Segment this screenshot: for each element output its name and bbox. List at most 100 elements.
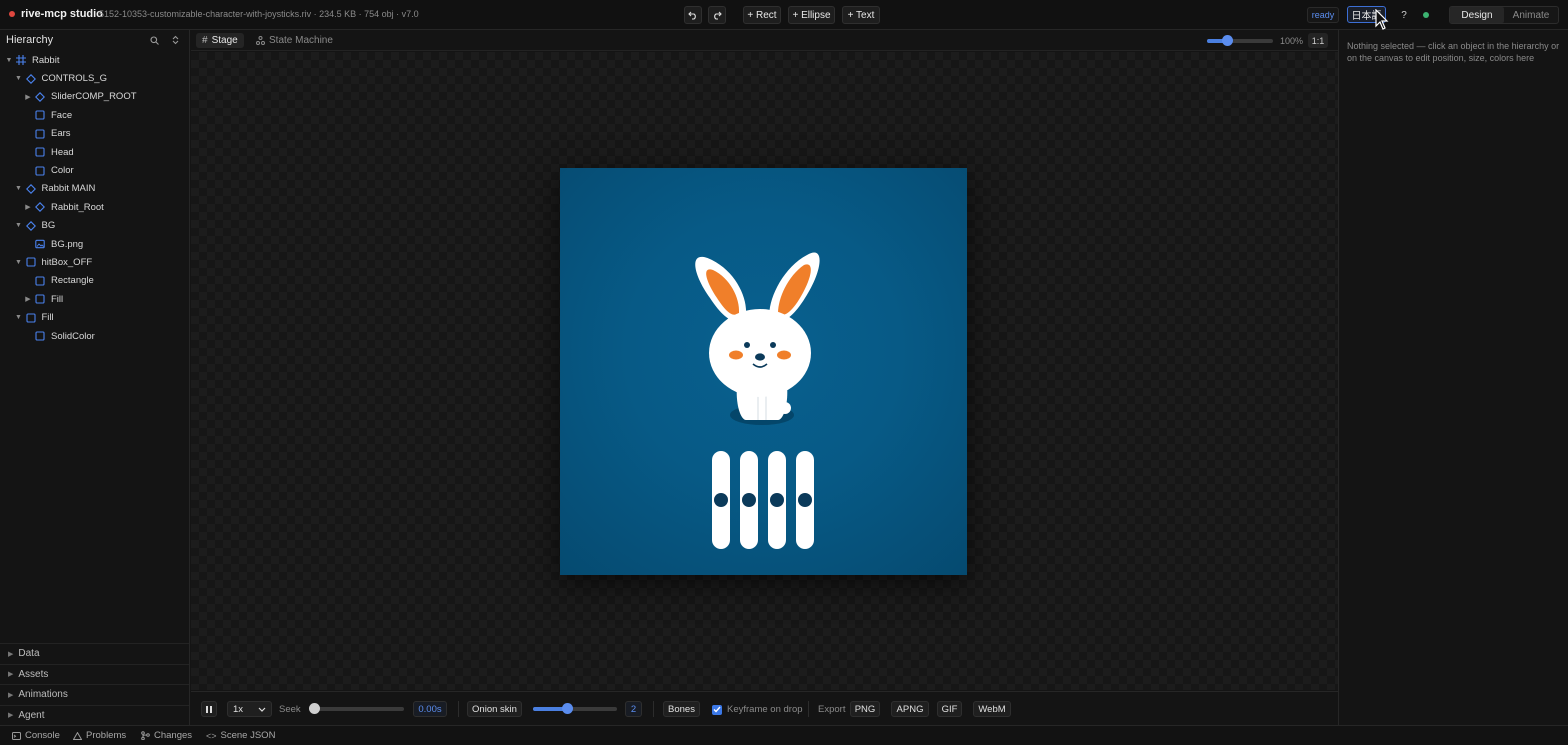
- tree-item[interactable]: ▼ Fill: [0, 308, 189, 326]
- speed-value: 1x: [233, 703, 244, 715]
- hash-icon: #: [202, 35, 208, 46]
- shape-icon: [35, 165, 45, 176]
- zoom-reset-button[interactable]: 1:1: [1308, 33, 1328, 48]
- export-png-button[interactable]: PNG: [850, 701, 880, 717]
- caret-right-icon[interactable]: ▶: [23, 203, 33, 211]
- shape-icon: [35, 147, 45, 157]
- zoom-slider-thumb[interactable]: [1221, 35, 1233, 46]
- changes-tab[interactable]: Changes: [141, 730, 192, 741]
- onion-skin-slider[interactable]: [533, 703, 617, 714]
- shape-icon: [35, 276, 45, 286]
- add-ellipse-button[interactable]: + Ellipse: [788, 6, 835, 24]
- problems-tab[interactable]: Problems: [73, 730, 126, 741]
- tree-item-label: BG: [41, 220, 56, 232]
- tree-item-label: Face: [51, 109, 73, 121]
- tree-item[interactable]: BG.png: [0, 235, 189, 253]
- rabbit-head: [709, 309, 811, 397]
- section-animations[interactable]: ▶ Animations: [0, 684, 189, 705]
- warning-icon: [73, 731, 82, 740]
- seek-label: Seek: [279, 704, 301, 715]
- tree-item[interactable]: ▶ Fill: [0, 290, 189, 308]
- tree-item-label: Fill: [51, 293, 64, 305]
- tree-item-label: CONTROLS_G: [41, 73, 107, 85]
- redo-button[interactable]: [708, 6, 726, 24]
- tree-item[interactable]: ▼ BG: [0, 217, 189, 235]
- tree-item[interactable]: ▼ hitBox_OFF: [0, 253, 189, 271]
- checkbox-checked-icon[interactable]: [712, 704, 722, 715]
- divider: [653, 701, 654, 717]
- collapse-all-icon[interactable]: [169, 34, 181, 46]
- mode-switch: Design Animate: [1449, 6, 1559, 24]
- caret-right-icon: ▶: [8, 650, 14, 658]
- tab-stage[interactable]: # Stage: [196, 33, 244, 48]
- tab-state-machine[interactable]: State Machine: [250, 33, 339, 48]
- section-label: Data: [18, 648, 40, 660]
- brand: rive-mcp studio: [9, 8, 103, 20]
- caret-down-icon[interactable]: ▼: [14, 314, 24, 321]
- tree-item[interactable]: ▶ SliderCOMP_ROOT: [0, 88, 189, 106]
- playback-toolbar: 1x Seek 0.00s Onion skin 2 Bones Keyfram…: [191, 691, 1338, 725]
- onion-skin-count[interactable]: 2: [625, 701, 642, 717]
- export-webm-button[interactable]: WebM: [973, 701, 1011, 717]
- pause-button[interactable]: [201, 701, 217, 717]
- section-agent[interactable]: ▶ Agent: [0, 704, 189, 726]
- chevron-down-icon: [258, 707, 266, 712]
- tree-item[interactable]: ▼ Rabbit MAIN: [0, 180, 189, 198]
- status-bar: Console Problems Changes <> Scene JSON: [0, 725, 1568, 745]
- bones-button[interactable]: Bones: [663, 701, 700, 717]
- search-icon[interactable]: [148, 34, 160, 46]
- caret-down-icon[interactable]: ▼: [14, 75, 24, 82]
- add-rect-button[interactable]: + Rect: [743, 6, 781, 24]
- group-icon: [25, 220, 36, 231]
- stage-canvas[interactable]: [191, 52, 1338, 690]
- changes-label: Changes: [154, 730, 193, 741]
- onion-skin-thumb[interactable]: [561, 703, 573, 714]
- redo-icon: [714, 11, 722, 20]
- shape-icon: [35, 110, 45, 120]
- caret-right-icon[interactable]: ▶: [23, 295, 33, 303]
- onion-skin-button[interactable]: Onion skin: [467, 701, 522, 717]
- zoom-slider[interactable]: [1207, 35, 1273, 46]
- caret-right-icon[interactable]: ▶: [23, 93, 33, 101]
- slider-knob: [714, 493, 728, 507]
- tree-item[interactable]: ▼ Rabbit: [0, 51, 189, 69]
- tree-item[interactable]: Rectangle: [0, 272, 189, 290]
- tab-design[interactable]: Design: [1450, 7, 1504, 23]
- tree-item[interactable]: ▶ Rabbit_Root: [0, 198, 189, 216]
- tree-item[interactable]: Color: [0, 161, 189, 179]
- add-text-button[interactable]: + Text: [842, 6, 880, 24]
- group-icon: [25, 73, 36, 84]
- caret-down-icon[interactable]: ▼: [14, 222, 24, 229]
- problems-label: Problems: [86, 730, 127, 741]
- artboard-icon: [16, 55, 26, 66]
- section-data[interactable]: ▶ Data: [0, 643, 189, 664]
- seek-time[interactable]: 0.00s: [413, 701, 447, 717]
- speed-select[interactable]: 1x: [227, 701, 272, 717]
- section-assets[interactable]: ▶ Assets: [0, 663, 189, 685]
- seek-slider-thumb[interactable]: [309, 703, 320, 714]
- caret-down-icon[interactable]: ▼: [14, 185, 24, 192]
- tree-item[interactable]: Face: [0, 106, 189, 124]
- caret-down-icon[interactable]: ▼: [4, 57, 14, 64]
- app-name: rive-mcp studio: [21, 8, 103, 20]
- caret-down-icon[interactable]: ▼: [14, 259, 24, 266]
- tree-item[interactable]: ▼ CONTROLS_G: [0, 69, 189, 87]
- tree-item[interactable]: Head: [0, 143, 189, 161]
- help-button[interactable]: ?: [1396, 7, 1412, 23]
- undo-button[interactable]: [684, 6, 702, 24]
- tab-animate[interactable]: Animate: [1504, 7, 1558, 23]
- keyframe-on-drop-toggle[interactable]: Keyframe on drop: [712, 704, 803, 715]
- hierarchy-tree: ▼ Rabbit ▼ CONTROLS_G ▶ SliderCOMP_ROOT Face Ea…: [0, 51, 189, 345]
- export-gif-button[interactable]: GIF: [937, 701, 962, 717]
- tree-item[interactable]: Ears: [0, 125, 189, 143]
- slider-knob: [742, 493, 756, 507]
- artboard[interactable]: [560, 168, 967, 575]
- tree-item-label: SliderCOMP_ROOT: [51, 91, 137, 103]
- export-apng-button[interactable]: APNG: [891, 701, 929, 717]
- scene-json-tab[interactable]: <> Scene JSON: [206, 730, 275, 741]
- tree-item[interactable]: SolidColor: [0, 327, 189, 345]
- console-tab[interactable]: Console: [12, 730, 60, 741]
- undo-icon: [688, 11, 696, 20]
- seek-slider[interactable]: [309, 703, 404, 714]
- shape-icon: [35, 129, 45, 139]
